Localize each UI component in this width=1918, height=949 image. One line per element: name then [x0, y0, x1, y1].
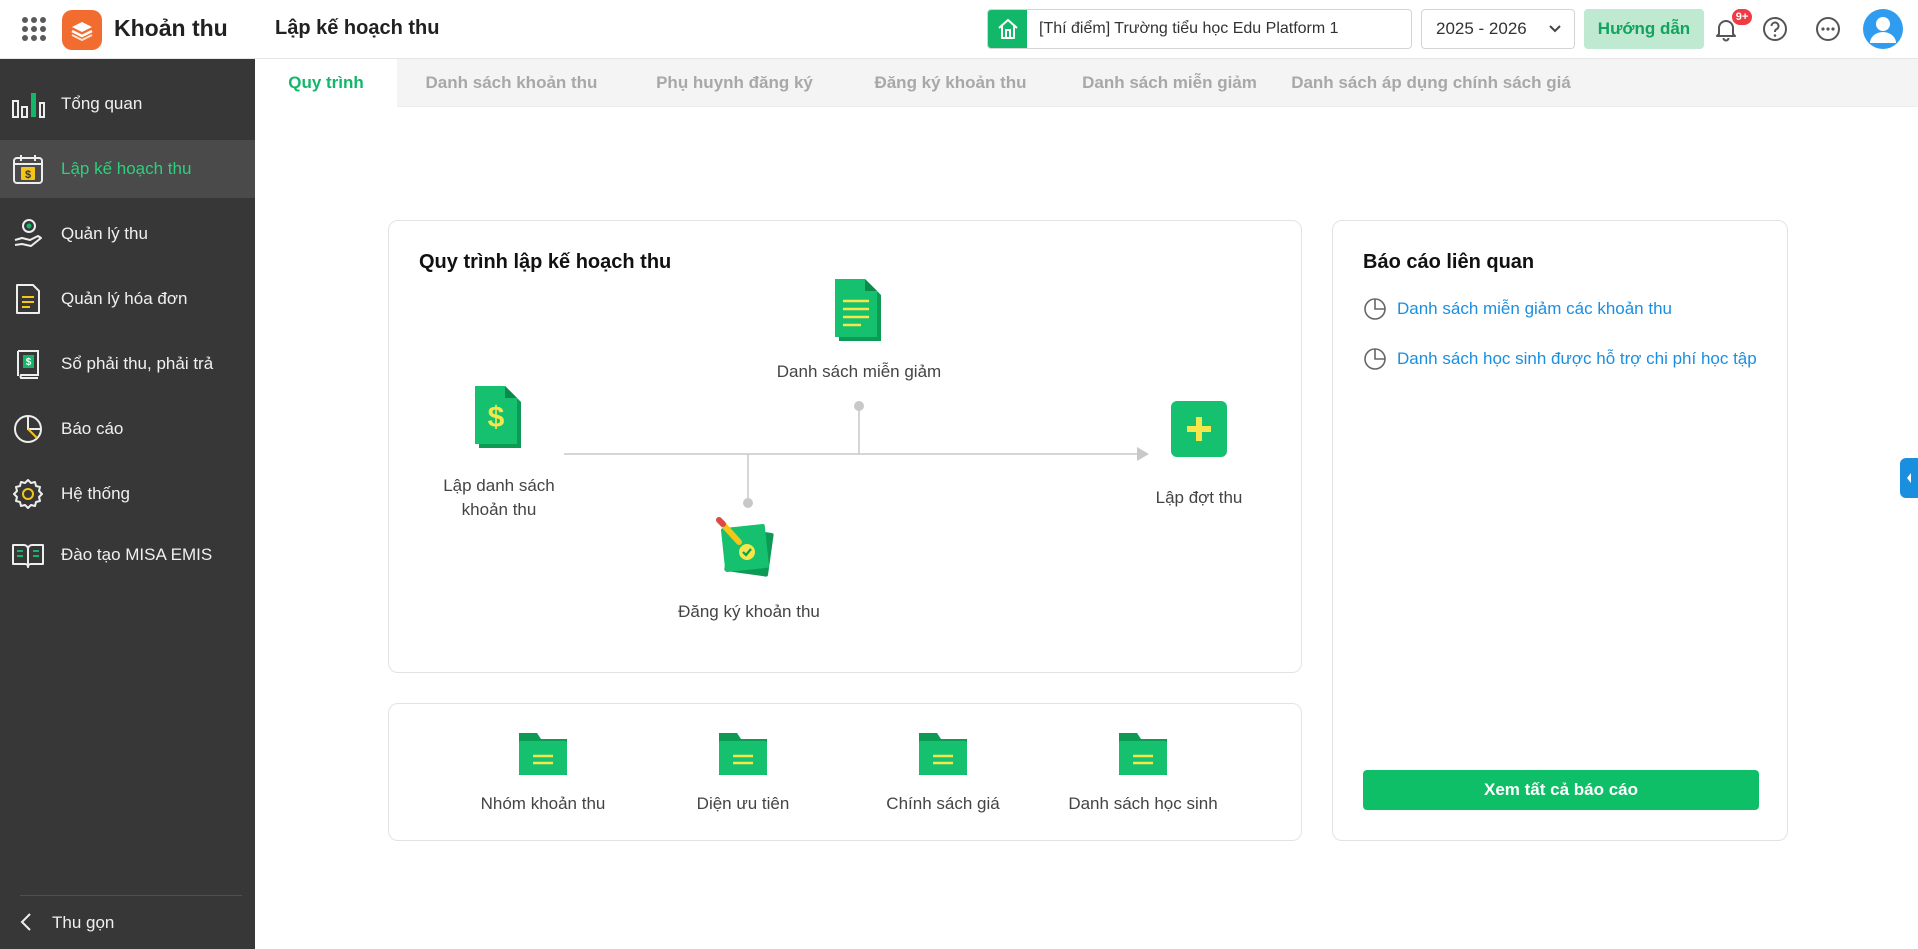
tab-price-policy-list[interactable]: Danh sách áp dụng chính sách giá [1281, 59, 1581, 107]
sidebar-item-invoice-management[interactable]: Quản lý hóa đơn [0, 270, 255, 328]
sidebar-item-label: Đào tạo MISA EMIS [61, 545, 213, 564]
sidebar-item-label: Báo cáo [61, 419, 124, 438]
gear-icon [11, 477, 45, 511]
sidebar-item-revenue-planning[interactable]: $ Lập kế hoạch thu [0, 140, 255, 198]
create-collection-batch-step[interactable] [1171, 401, 1227, 462]
school-year-value: 2025 - 2026 [1436, 19, 1527, 38]
sidebar-item-label: Lập kế hoạch thu [61, 159, 192, 178]
user-icon [1870, 17, 1896, 43]
sidebar-item-ledger[interactable]: $ Sổ phải thu, phải trả [0, 335, 255, 393]
sidebar-item-label: Sổ phải thu, phải trả [61, 354, 214, 373]
sidebar: Tổng quan $ Lập kế hoạch thu Quản lý thu… [0, 59, 255, 949]
sidebar-collapse-label: Thu gọn [52, 912, 115, 932]
pie-chart-icon [1364, 348, 1386, 370]
create-revenue-list-step[interactable]: $ [473, 386, 525, 457]
main-content: Quy trình lập kế hoạch thu $ Lập danh sá… [255, 107, 1918, 949]
category-label: Chính sách giá [886, 794, 1000, 813]
svg-text:$: $ [25, 169, 31, 181]
create-revenue-list-label: Lập danh sách khoản thu [443, 476, 555, 519]
sidebar-item-label: Hệ thống [61, 484, 130, 503]
dollar-document-icon: $ [475, 386, 521, 448]
school-year-select[interactable]: 2025 - 2026 [1421, 9, 1575, 49]
user-avatar[interactable] [1863, 9, 1903, 49]
category-student-list[interactable]: Danh sách học sinh [1053, 729, 1233, 814]
category-label: Diện ưu tiên [696, 794, 790, 813]
guide-button[interactable]: Hướng dẫn [1584, 9, 1704, 49]
report-link-label: Danh sách học sinh được hỗ trợ chi phí h… [1397, 349, 1757, 368]
pie-chart-icon [11, 412, 45, 446]
hand-coin-icon [11, 217, 45, 251]
notification-badge: 9+ [1731, 8, 1753, 26]
sidebar-item-training[interactable]: Đào tạo MISA EMIS [0, 526, 255, 584]
app-title: Khoản thu [114, 15, 228, 41]
tab-bar: Quy trình Danh sách khoản thu Phụ huynh … [255, 59, 1918, 107]
report-link-study-support[interactable]: Danh sách học sinh được hỗ trợ chi phí h… [1363, 347, 1757, 371]
help-icon[interactable] [1760, 14, 1790, 44]
tab-exemption-list[interactable]: Danh sách miễn giảm [1058, 59, 1281, 107]
category-price-policy[interactable]: Chính sách giá [853, 729, 1033, 814]
tab-process[interactable]: Quy trình [255, 59, 397, 107]
folder-icon [519, 733, 567, 775]
side-panel-toggle[interactable] [1900, 458, 1918, 498]
process-card: Quy trình lập kế hoạch thu $ Lập danh sá… [388, 220, 1302, 673]
sidebar-item-label: Quản lý thu [61, 224, 148, 243]
sidebar-item-collection-management[interactable]: Quản lý thu [0, 205, 255, 263]
tab-parent-registration[interactable]: Phụ huynh đăng ký [626, 59, 843, 107]
sidebar-item-reports[interactable]: Báo cáo [0, 400, 255, 458]
school-name: [Thí điểm] Trường tiểu học Edu Platform … [1039, 20, 1339, 37]
category-label: Nhóm khoản thu [480, 794, 606, 813]
checked-note-icon [716, 517, 774, 577]
tab-revenue-registration[interactable]: Đăng ký khoản thu [843, 59, 1058, 107]
folder-icon [919, 733, 967, 775]
folder-icon [719, 733, 767, 775]
bar-chart-icon [11, 87, 45, 121]
categories-card: Nhóm khoản thu Diện ưu tiên Chính sách g… [388, 703, 1302, 841]
revenue-registration-step[interactable] [715, 516, 779, 585]
report-link-label: Danh sách miễn giảm các khoản thu [1397, 299, 1672, 318]
sidebar-item-label: Quản lý hóa đơn [61, 289, 188, 308]
sidebar-item-overview[interactable]: Tổng quan [0, 75, 255, 133]
sidebar-item-system[interactable]: Hệ thống [0, 465, 255, 523]
chevron-down-icon [1549, 25, 1561, 33]
folder-icon [1119, 733, 1167, 775]
sidebar-item-label: Tổng quan [61, 94, 143, 113]
invoice-icon [11, 282, 45, 316]
svg-text:$: $ [488, 401, 505, 434]
svg-text:$: $ [26, 357, 32, 368]
chevron-left-icon [1907, 473, 1911, 483]
tab-revenue-list[interactable]: Danh sách khoản thu [397, 59, 626, 107]
category-priority[interactable]: Diện ưu tiên [653, 729, 833, 814]
home-icon [988, 10, 1027, 48]
page-title: Lập kế hoạch thu [275, 17, 440, 39]
school-selector[interactable]: [Thí điểm] Trường tiểu học Edu Platform … [987, 9, 1412, 49]
app-header: Khoản thu Lập kế hoạch thu [Thí điểm] Tr… [0, 0, 1918, 59]
related-reports-card: Báo cáo liên quan Danh sách miễn giảm cá… [1332, 220, 1788, 841]
open-book-icon [11, 538, 45, 572]
category-revenue-group[interactable]: Nhóm khoản thu [453, 729, 633, 814]
chevron-left-icon [20, 913, 31, 931]
category-label: Danh sách học sinh [1068, 794, 1218, 813]
create-collection-batch-label: Lập đợt thu [1155, 488, 1243, 507]
report-link-exemption[interactable]: Danh sách miễn giảm các khoản thu [1363, 297, 1672, 321]
app-logo [62, 10, 102, 50]
pie-chart-icon [1364, 298, 1386, 320]
document-list-icon [835, 279, 881, 341]
more-options-icon[interactable] [1813, 14, 1843, 44]
app-launcher-icon[interactable] [22, 17, 46, 41]
related-reports-title: Báo cáo liên quan [1363, 251, 1535, 273]
revenue-registration-label: Đăng ký khoản thu [678, 602, 820, 621]
plus-square-icon [1171, 401, 1227, 457]
exemption-list-label: Danh sách miễn giảm [776, 362, 942, 381]
view-all-reports-button[interactable]: Xem tất cả báo cáo [1363, 770, 1759, 810]
exemption-list-step[interactable] [833, 279, 885, 350]
ledger-book-icon: $ [11, 347, 45, 381]
calendar-dollar-icon: $ [11, 152, 45, 186]
sidebar-collapse-button[interactable]: Thu gọn [0, 896, 255, 949]
